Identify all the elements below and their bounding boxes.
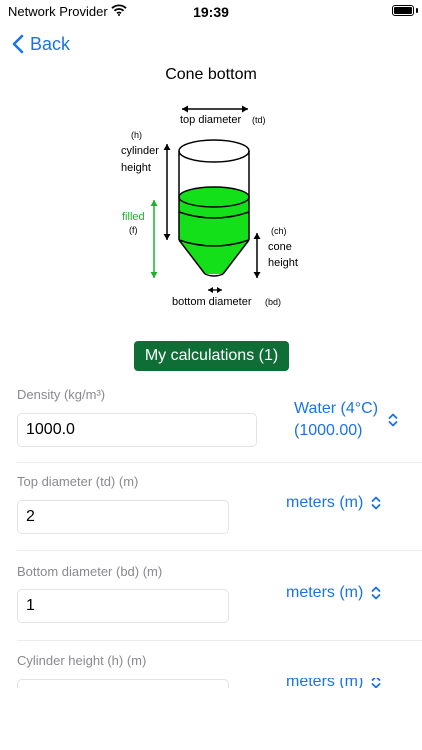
top-diameter-arrow (182, 105, 248, 113)
bottom-diameter-unit-picker[interactable]: meters (m) (286, 584, 381, 602)
density-input[interactable] (17, 413, 257, 447)
divider (17, 640, 422, 641)
top-diameter-unit-label: meters (m) (286, 494, 364, 511)
top-diameter-label: top diameter (180, 114, 241, 126)
bottom-diameter-input[interactable] (17, 589, 229, 623)
cylinder-height-input[interactable] (17, 679, 229, 688)
top-diameter-input[interactable] (17, 500, 229, 534)
cone-height-label: height (268, 257, 298, 269)
cone-height-arrow (253, 233, 261, 278)
cylinder-height-unit-picker[interactable]: meters (m) (286, 678, 381, 688)
my-calculations-button[interactable]: My calculations (1) (134, 341, 289, 371)
filled-abbr: (f) (129, 225, 138, 235)
cylinder-height-label: height (121, 162, 151, 174)
page-title: Cone bottom (165, 66, 257, 83)
chevron-updown-icon (371, 496, 381, 510)
cone-height-abbr: (ch) (271, 226, 287, 236)
bottom-diameter-label: bottom diameter (172, 296, 252, 308)
cylinder-label: cylinder (121, 145, 159, 157)
cylinder-height-abbr: (h) (131, 130, 142, 140)
top-diameter-unit-picker[interactable]: meters (m) (286, 494, 381, 512)
back-button[interactable]: Back (12, 32, 70, 56)
status-bar: Network Provider 19:39 (0, 0, 422, 24)
bottom-diameter-field-label: Bottom diameter (bd) (m) (17, 564, 163, 579)
filled-label: filled (122, 211, 145, 223)
battery-icon (392, 5, 414, 16)
density-unit-picker[interactable]: Water (4°C) (1000.00) (294, 398, 414, 442)
top-diameter-abbr: (td) (252, 115, 266, 125)
divider (17, 550, 422, 551)
chevron-updown-icon (371, 586, 381, 600)
density-label: Density (kg/m³) (17, 387, 106, 402)
liquid-surface (178, 186, 250, 208)
bottom-diameter-arrow (208, 287, 222, 293)
density-unit-label: Water (4°C) (294, 400, 379, 417)
chevron-left-icon (12, 34, 24, 54)
chevron-updown-icon (371, 678, 381, 688)
density-unit-value: (1000.00) (294, 422, 363, 439)
battery-tip (416, 8, 418, 13)
back-label: Back (30, 33, 71, 54)
cylinder-height-arrow (163, 144, 171, 240)
cone-bottom-diagram: top diameter (td) (h) cylinder height fi… (121, 105, 298, 308)
filled-arrow (150, 200, 158, 278)
divider (17, 462, 422, 463)
status-time: 19:39 (193, 4, 229, 20)
liquid-fill (179, 197, 249, 274)
clip-region: meters (m) (0, 678, 422, 688)
chevron-updown-icon (388, 413, 398, 427)
cone-label: cone (268, 241, 292, 253)
cylinder-height-unit-label: meters (m) (286, 678, 364, 688)
top-diameter-field-label: Top diameter (td) (m) (17, 474, 139, 489)
cylinder-height-field-label: Cylinder height (h) (m) (17, 653, 147, 668)
bottom-diameter-unit-label: meters (m) (286, 584, 364, 601)
bottom-diameter-abbr: (bd) (265, 297, 281, 307)
